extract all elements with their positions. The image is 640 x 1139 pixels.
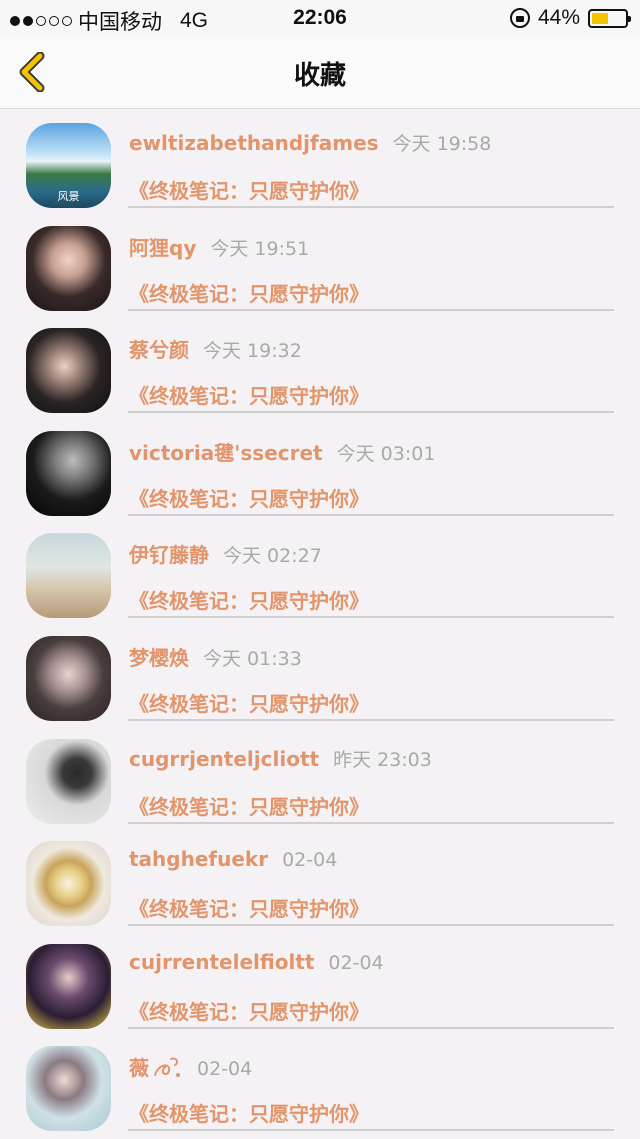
list-item[interactable]: 伊钌藤静 今天 02:27 《终极笔记：只愿守护你》 xyxy=(0,519,640,622)
avatar[interactable] xyxy=(26,1046,111,1132)
user-name-text: 蔡兮颜 xyxy=(129,338,189,363)
battery-fill xyxy=(592,12,608,24)
user-name[interactable]: 蔡兮颜 今天 19:32 xyxy=(129,334,302,363)
book-title-link[interactable]: 《终极笔记：只愿守护你》 xyxy=(129,380,369,409)
divider xyxy=(128,206,614,208)
timestamp: 今天 01:33 xyxy=(203,647,302,670)
user-name-text: cugrrjenteljcliott xyxy=(129,746,320,771)
list-item[interactable]: 薇 02-04 《终极笔记：只愿守护你》 xyxy=(0,1032,640,1135)
user-name[interactable]: victoria毽'ssecret 今天 03:01 xyxy=(129,437,435,466)
user-name-text: victoria毽'ssecret xyxy=(129,440,323,465)
avatar[interactable] xyxy=(26,943,111,1029)
user-name-text: cujrrentelelfioltt xyxy=(129,949,315,974)
timestamp: 02-04 xyxy=(328,951,384,974)
list-item[interactable]: 风景 ewltizabethandjfames 今天 19:58 《终极笔记：只愿… xyxy=(0,109,640,212)
user-name[interactable]: cugrrjenteljcliott 昨天 23:03 xyxy=(129,745,432,772)
orientation-lock-icon xyxy=(509,8,530,28)
divider xyxy=(128,718,614,721)
divider xyxy=(128,924,614,927)
divider xyxy=(128,1026,614,1029)
book-title-link[interactable]: 《终极笔记：只愿守护你》 xyxy=(129,1098,369,1127)
list-item[interactable]: 梦樱焕 今天 01:33 《终极笔记：只愿守护你》 xyxy=(0,622,640,725)
decorative-swirl-icon xyxy=(154,1057,180,1078)
divider xyxy=(128,513,614,516)
divider xyxy=(128,616,614,619)
favorites-list: 风景 ewltizabethandjfames 今天 19:58 《终极笔记：只愿… xyxy=(0,109,640,1135)
user-name-text: 阿狸qy xyxy=(129,235,197,260)
nav-bar: 收藏 xyxy=(0,36,640,109)
list-item[interactable]: 阿狸qy 今天 19:51 《终极笔记：只愿守护你》 xyxy=(0,212,640,315)
divider xyxy=(128,308,614,311)
timestamp: 02-04 xyxy=(197,1058,253,1081)
timestamp: 今天 19:32 xyxy=(203,340,302,363)
divider xyxy=(128,411,614,414)
book-title-link[interactable]: 《终极笔记：只愿守护你》 xyxy=(129,585,369,614)
divider xyxy=(128,1129,614,1132)
avatar[interactable] xyxy=(26,225,111,311)
timestamp: 昨天 23:03 xyxy=(333,748,432,771)
book-title-link[interactable]: 《终极笔记：只愿守护你》 xyxy=(129,996,369,1025)
user-name[interactable]: 梦樱焕 今天 01:33 xyxy=(129,642,302,671)
avatar[interactable] xyxy=(26,328,111,414)
list-item[interactable]: tahghefuekr 02-04 《终极笔记：只愿守护你》 xyxy=(0,827,640,930)
book-title-link[interactable]: 《终极笔记：只愿守护你》 xyxy=(129,688,369,717)
timestamp: 今天 02:27 xyxy=(223,545,322,568)
avatar[interactable] xyxy=(26,430,111,516)
user-name-text: ewltizabethandjfames xyxy=(129,131,379,155)
battery-icon xyxy=(588,8,631,28)
user-name[interactable]: 阿狸qy 今天 19:51 xyxy=(129,232,309,261)
timestamp: 02-04 xyxy=(282,849,338,872)
list-item[interactable]: victoria毽'ssecret 今天 03:01 《终极笔记：只愿守护你》 xyxy=(0,417,640,520)
status-right: 44% xyxy=(509,6,631,30)
avatar[interactable]: 风景 xyxy=(26,123,111,208)
list-item[interactable]: cujrrentelelfioltt 02-04 《终极笔记：只愿守护你》 xyxy=(0,930,640,1033)
book-title-link[interactable]: 《终极笔记：只愿守护你》 xyxy=(129,893,369,922)
user-name[interactable]: cujrrentelelfioltt 02-04 xyxy=(129,950,384,974)
timestamp: 今天 19:58 xyxy=(392,133,492,155)
avatar[interactable] xyxy=(26,841,111,927)
page-title: 收藏 xyxy=(293,61,346,91)
timestamp: 今天 03:01 xyxy=(336,442,436,465)
status-bar: 中国移动 4G 22:06 44% xyxy=(0,0,640,36)
timestamp: 今天 19:51 xyxy=(210,237,310,260)
user-name[interactable]: ewltizabethandjfames 今天 19:58 xyxy=(129,129,491,156)
book-title-link[interactable]: 《终极笔记：只愿守护你》 xyxy=(129,278,369,307)
user-name-text: 薇 xyxy=(129,1056,149,1081)
avatar[interactable] xyxy=(26,738,111,824)
user-name-text: tahghefuekr xyxy=(129,847,269,872)
user-name[interactable]: tahghefuekr 02-04 xyxy=(129,847,337,871)
user-name-text: 伊钌藤静 xyxy=(129,543,209,568)
avatar-caption: 风景 xyxy=(57,190,80,203)
book-title-link[interactable]: 《终极笔记：只愿守护你》 xyxy=(129,483,369,512)
book-title-link[interactable]: 《终极笔记：只愿守护你》 xyxy=(129,175,369,204)
avatar[interactable] xyxy=(26,533,111,619)
book-title-link[interactable]: 《终极笔记：只愿守护你》 xyxy=(129,791,369,820)
list-item[interactable]: cugrrjenteljcliott 昨天 23:03 《终极笔记：只愿守护你》 xyxy=(0,725,640,828)
divider xyxy=(128,821,614,824)
user-name-text: 梦樱焕 xyxy=(129,645,189,670)
battery-percent: 44% xyxy=(537,6,580,29)
list-item[interactable]: 蔡兮颜 今天 19:32 《终极笔记：只愿守护你》 xyxy=(0,314,640,417)
avatar[interactable] xyxy=(26,635,111,721)
user-name[interactable]: 薇 02-04 xyxy=(129,1052,252,1081)
user-name[interactable]: 伊钌藤静 今天 02:27 xyxy=(129,539,322,568)
